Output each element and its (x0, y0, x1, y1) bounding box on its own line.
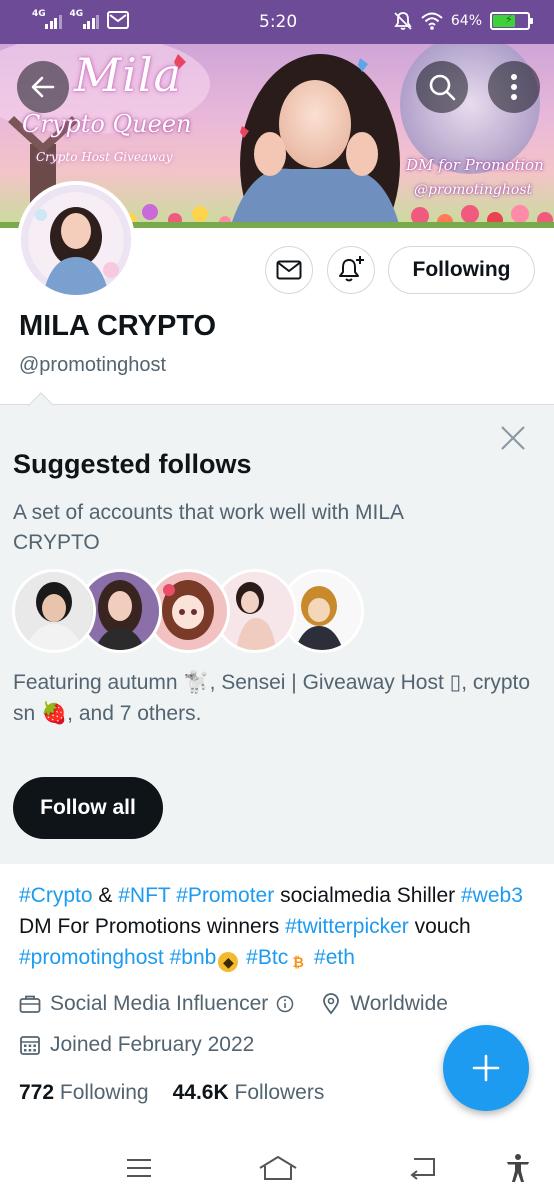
more-vertical-icon (511, 74, 517, 100)
battery-percent: 64% (450, 13, 482, 29)
briefcase-icon (19, 995, 41, 1013)
banner-handle-text: @promotinghost (414, 182, 533, 198)
profile-category: Social Media Influencer (50, 992, 269, 1015)
banner-dm-text: DM for Promotion (406, 156, 544, 174)
following-button[interactable]: Following (388, 246, 535, 294)
mail-icon (107, 11, 129, 29)
system-navigation-bar (0, 1136, 554, 1200)
bio-text: DM For Promotions winners (19, 915, 286, 938)
close-icon[interactable] (498, 423, 528, 453)
location-pin-icon (323, 993, 340, 1015)
suggested-featuring-text: Featuring autumn 🐩, Sensei | Giveaway Ho… (13, 671, 531, 725)
hashtag-link[interactable]: #NFT (118, 884, 170, 907)
status-bar: 4G 4G 5:20 64% ⚡ (0, 0, 554, 44)
followers-count: 44.6K (172, 1081, 229, 1104)
more-options-button[interactable] (488, 61, 540, 113)
suggested-description: A set of accounts that work well with MI… (13, 501, 403, 554)
hashtag-link[interactable]: #Crypto (19, 884, 93, 907)
profile-location: Worldwide (350, 992, 448, 1015)
followers-label: Followers (234, 1081, 325, 1104)
follow-all-button[interactable]: Follow all (13, 777, 163, 839)
search-button[interactable] (416, 61, 468, 113)
hashtag-link[interactable]: #twitterpicker (285, 915, 409, 938)
banner-title-text: Mila (74, 48, 182, 102)
suggested-avatars[interactable] (12, 569, 364, 653)
back-icon (410, 1158, 435, 1180)
profile-joined-date: Joined February 2022 (50, 1033, 255, 1056)
mute-icon (394, 12, 412, 30)
bitcoin-icon: ₿ (292, 954, 304, 970)
wifi-icon (421, 12, 443, 30)
suggested-avatar[interactable] (12, 569, 96, 653)
signal-icon: 4G (32, 9, 62, 29)
banner-subtitle-text: Crypto Queen (22, 110, 192, 138)
hashtag-link[interactable]: #Btc (246, 946, 288, 969)
menu-icon (127, 1159, 151, 1177)
message-button[interactable] (265, 246, 313, 294)
recent-apps-button[interactable] (119, 1150, 159, 1186)
search-icon (429, 74, 456, 101)
home-button[interactable] (258, 1150, 298, 1186)
display-name: MILA CRYPTO (19, 310, 217, 342)
panel-pointer (28, 392, 54, 418)
profile-handle: @promotinghost (19, 354, 167, 376)
bio-text: vouch (408, 915, 471, 938)
accessibility-button[interactable] (498, 1150, 538, 1186)
hashtag-link[interactable]: #promotinghost (19, 946, 164, 969)
bell-plus-icon (339, 256, 364, 282)
bnb-coin-icon: ◆ (218, 952, 239, 972)
home-icon (259, 1156, 297, 1180)
hashtag-link[interactable]: #bnb (170, 946, 217, 969)
back-nav-button[interactable] (403, 1150, 443, 1186)
profile-bio: #Crypto & #NFT #Promoter socialmedia Shi… (19, 880, 539, 973)
follow-counts: 772 Following 44.6K Followers (19, 1081, 324, 1105)
profile-screen: 4G 4G 5:20 64% ⚡ Mila Crypto Queen Crypt… (0, 0, 554, 1200)
back-arrow-icon (31, 76, 55, 98)
profile-joined-row: Joined February 2022 (19, 1033, 254, 1057)
plus-icon (472, 1054, 500, 1082)
following-count: 772 (19, 1081, 55, 1104)
following-count-link[interactable]: 772 Following (19, 1081, 149, 1105)
avatar[interactable] (17, 181, 135, 299)
notifications-button[interactable] (327, 246, 375, 294)
suggested-follows-panel: Suggested follows A set of accounts that… (0, 392, 554, 864)
bio-text: & (92, 884, 119, 907)
avatar-image (21, 185, 131, 295)
suggested-title: Suggested follows (13, 449, 252, 479)
accessibility-icon (507, 1154, 529, 1182)
info-icon[interactable] (276, 995, 294, 1013)
signal-icon: 4G (69, 9, 99, 29)
profile-meta-row: Social Media Influencer Worldwide (19, 992, 448, 1016)
following-label: Following (59, 1081, 149, 1104)
followers-count-link[interactable]: 44.6K Followers (173, 1081, 325, 1105)
back-button[interactable] (17, 61, 69, 113)
battery-icon: ⚡ (490, 12, 533, 30)
clock: 5:20 (259, 12, 298, 32)
hashtag-link[interactable]: #web3 (461, 884, 523, 907)
hashtag-link[interactable]: #eth (314, 946, 355, 969)
network-type: 4G (32, 9, 46, 19)
hashtag-link[interactable]: #Promoter (176, 884, 274, 907)
banner-tagline-text: Crypto Host Giveaway (36, 150, 173, 164)
mail-icon (276, 260, 302, 280)
compose-button[interactable] (443, 1025, 529, 1111)
bio-text: socialmedia Shiller (274, 884, 461, 907)
network-type: 4G (69, 9, 84, 19)
calendar-icon (20, 1036, 40, 1055)
